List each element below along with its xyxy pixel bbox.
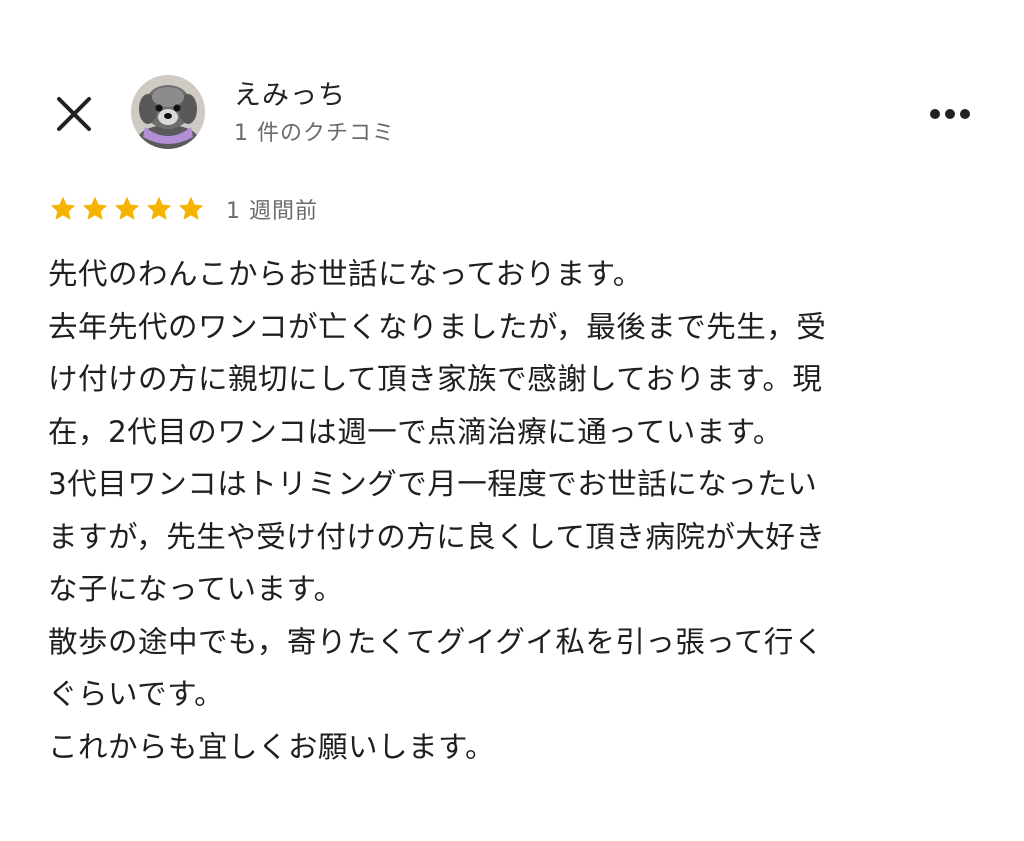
review-text: 先代のわんこからお世話になっております。去年先代のワンコが亡くなりましたが，最後… xyxy=(48,248,978,773)
review-card: えみっち 1 件のクチコミ 1 週間前 先代のわんこからお世話になっております。… xyxy=(0,0,1024,841)
review-line: 去年先代のワンコが亡くなりましたが，最後まで先生，受 xyxy=(48,309,827,344)
review-line: な子になっています。 xyxy=(48,572,344,606)
close-button[interactable] xyxy=(52,92,96,136)
review-count: 1 件のクチコミ xyxy=(234,121,395,146)
close-icon xyxy=(57,97,91,131)
more-horizontal-icon xyxy=(930,109,970,119)
avatar[interactable] xyxy=(131,75,205,149)
review-line: ぐらいです。 xyxy=(48,677,225,711)
review-line: 3代目ワンコはトリミングで月一程度でお世話になったい xyxy=(48,467,818,501)
dog-photo-avatar xyxy=(131,75,205,149)
more-options-button[interactable] xyxy=(922,92,978,136)
review-line: 先代のわんこからお世話になっております。 xyxy=(48,257,643,291)
star-icon xyxy=(178,196,204,220)
review-line: け付けの方に親切にして頂き家族で感謝しております。現 xyxy=(48,362,823,396)
star-icon xyxy=(114,196,140,220)
star-icon xyxy=(82,196,108,220)
star-icon xyxy=(146,196,172,220)
rating-row: 1 週間前 xyxy=(48,192,318,226)
star-rating xyxy=(48,194,206,224)
review-line: これからも宜しくお願いします。 xyxy=(48,729,496,764)
review-time: 1 週間前 xyxy=(226,199,318,224)
review-line: 散歩の途中でも，寄りたくてグイグイ私を引っ張って行く xyxy=(48,624,824,659)
reviewer-name[interactable]: えみっち xyxy=(234,80,346,112)
review-line: 在，2代目のワンコは週一で点滴治療に通っています。 xyxy=(48,414,783,449)
review-line: ますが，先生や受け付けの方に良くして頂き病院が大好き xyxy=(48,519,826,554)
star-icon xyxy=(50,196,76,220)
